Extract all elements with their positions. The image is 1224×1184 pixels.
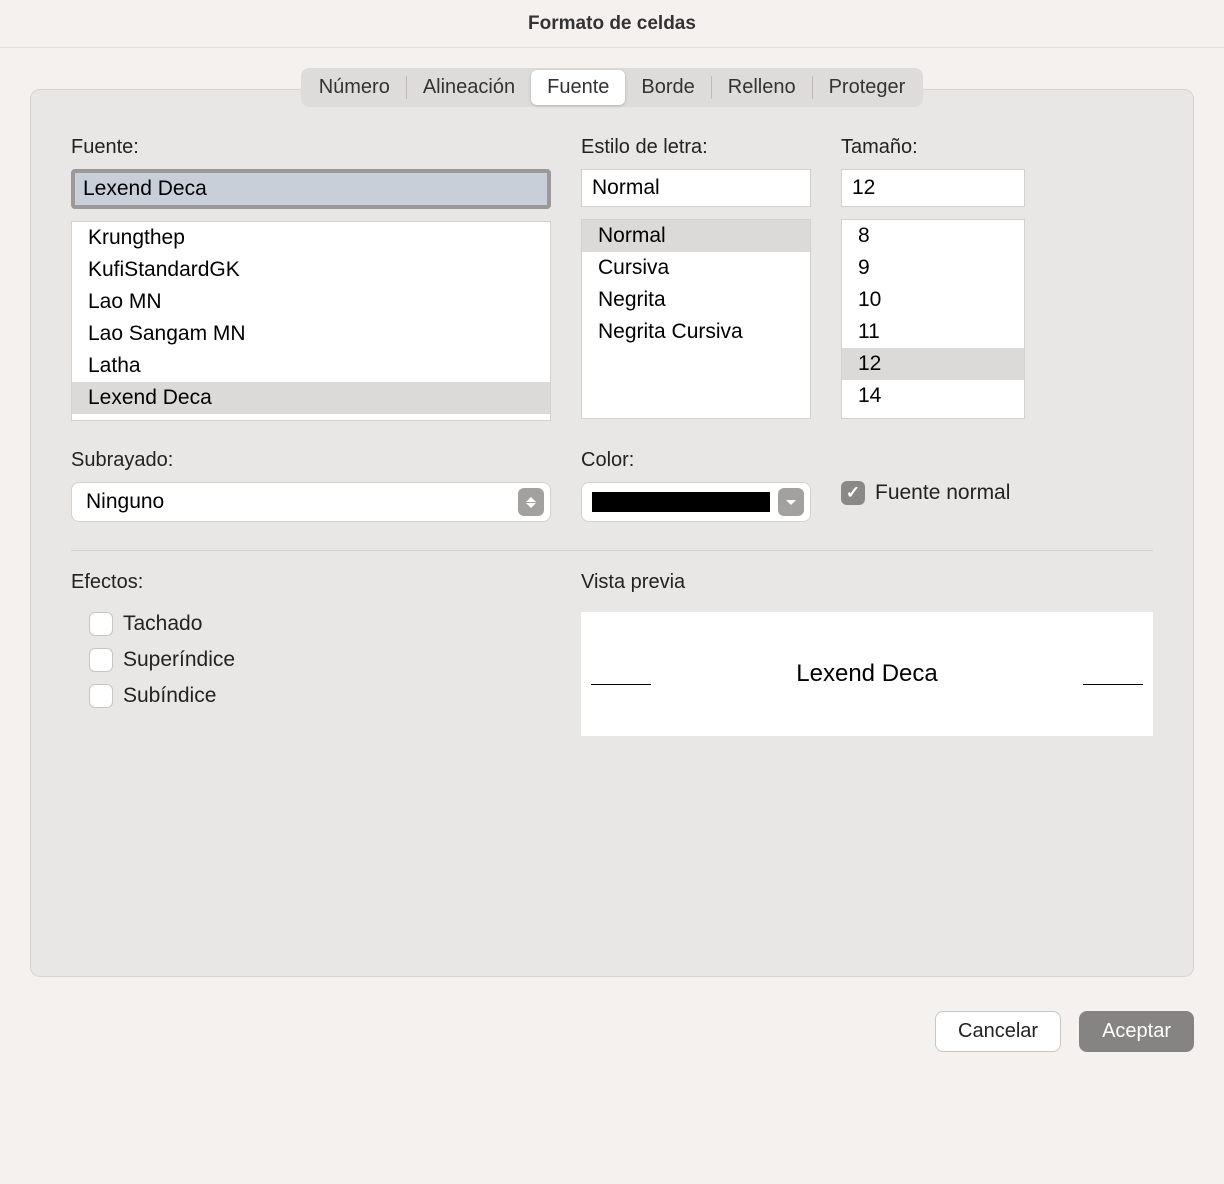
- titlebar: Formato de celdas: [0, 0, 1224, 48]
- font-item[interactable]: KufiStandardGK: [72, 254, 550, 286]
- chevron-down-icon: [778, 488, 804, 516]
- font-item[interactable]: Lao MN: [72, 286, 550, 318]
- font-item[interactable]: Lao Sangam MN: [72, 318, 550, 350]
- style-item[interactable]: Cursiva: [582, 252, 810, 284]
- style-item[interactable]: Negrita: [582, 284, 810, 316]
- effect-label: Superíndice: [123, 648, 235, 672]
- font-panel: Fuente: KrungthepKufiStandardGKLao MNLao…: [30, 89, 1194, 977]
- checkbox-icon: [89, 648, 113, 672]
- effect-label: Tachado: [123, 612, 202, 636]
- font-item[interactable]: Lexend Deca: [72, 382, 550, 414]
- tab-alineación[interactable]: Alineación: [407, 70, 531, 105]
- preview-line-right: [1083, 684, 1143, 685]
- font-input-wrap: [71, 169, 551, 209]
- preview-line-left: [591, 684, 651, 685]
- size-item[interactable]: 11: [842, 316, 1024, 348]
- style-label: Estilo de letra:: [581, 136, 811, 159]
- tab-relleno[interactable]: Relleno: [712, 70, 812, 105]
- style-listbox[interactable]: NormalCursivaNegritaNegrita Cursiva: [581, 219, 811, 419]
- preview-text: Lexend Deca: [796, 660, 937, 688]
- accept-button[interactable]: Aceptar: [1079, 1011, 1194, 1052]
- font-input[interactable]: [75, 173, 547, 205]
- preview-label: Vista previa: [581, 571, 1153, 594]
- effect-superíndice[interactable]: Superíndice: [89, 648, 551, 672]
- size-item[interactable]: 10: [842, 284, 1024, 316]
- size-label: Tamaño:: [841, 136, 1025, 159]
- tab-proteger[interactable]: Proteger: [813, 70, 922, 105]
- color-select[interactable]: [581, 482, 811, 522]
- font-item[interactable]: Krungthep: [72, 222, 550, 254]
- size-listbox[interactable]: 8910111214: [841, 219, 1025, 419]
- cancel-button[interactable]: Cancelar: [935, 1011, 1061, 1052]
- size-item[interactable]: 14: [842, 380, 1024, 412]
- separator: [71, 550, 1153, 551]
- tab-borde[interactable]: Borde: [625, 70, 710, 105]
- size-item[interactable]: 8: [842, 220, 1024, 252]
- underline-select[interactable]: Ninguno: [71, 482, 551, 522]
- underline-label: Subrayado:: [71, 449, 551, 472]
- underline-value: Ninguno: [86, 490, 164, 514]
- effect-subíndice[interactable]: Subíndice: [89, 684, 551, 708]
- effects-label: Efectos:: [71, 571, 551, 594]
- effect-label: Subíndice: [123, 684, 216, 708]
- stepper-icon: [518, 488, 544, 516]
- size-item[interactable]: 12: [842, 348, 1024, 380]
- style-input[interactable]: [581, 169, 811, 207]
- size-input[interactable]: [841, 169, 1025, 207]
- preview-box: Lexend Deca: [581, 612, 1153, 736]
- checkbox-icon: [89, 612, 113, 636]
- effect-tachado[interactable]: Tachado: [89, 612, 551, 636]
- font-label: Fuente:: [71, 136, 551, 159]
- dialog-footer: Cancelar Aceptar: [0, 995, 1224, 1052]
- color-label: Color:: [581, 449, 811, 472]
- window-title: Formato de celdas: [528, 13, 696, 35]
- checkbox-icon: [89, 684, 113, 708]
- normal-font-checkbox[interactable]: ✓ Fuente normal: [841, 481, 1010, 505]
- font-listbox[interactable]: KrungthepKufiStandardGKLao MNLao Sangam …: [71, 221, 551, 421]
- tab-número[interactable]: Número: [303, 70, 406, 105]
- normal-font-label: Fuente normal: [875, 481, 1010, 505]
- size-item[interactable]: 9: [842, 252, 1024, 284]
- tab-fuente[interactable]: Fuente: [531, 70, 625, 105]
- style-item[interactable]: Normal: [582, 220, 810, 252]
- font-item[interactable]: Latha: [72, 350, 550, 382]
- checkbox-icon: ✓: [841, 481, 865, 505]
- tab-bar: NúmeroAlineaciónFuenteBordeRellenoProteg…: [301, 68, 924, 107]
- style-item[interactable]: Negrita Cursiva: [582, 316, 810, 348]
- color-swatch: [592, 492, 770, 512]
